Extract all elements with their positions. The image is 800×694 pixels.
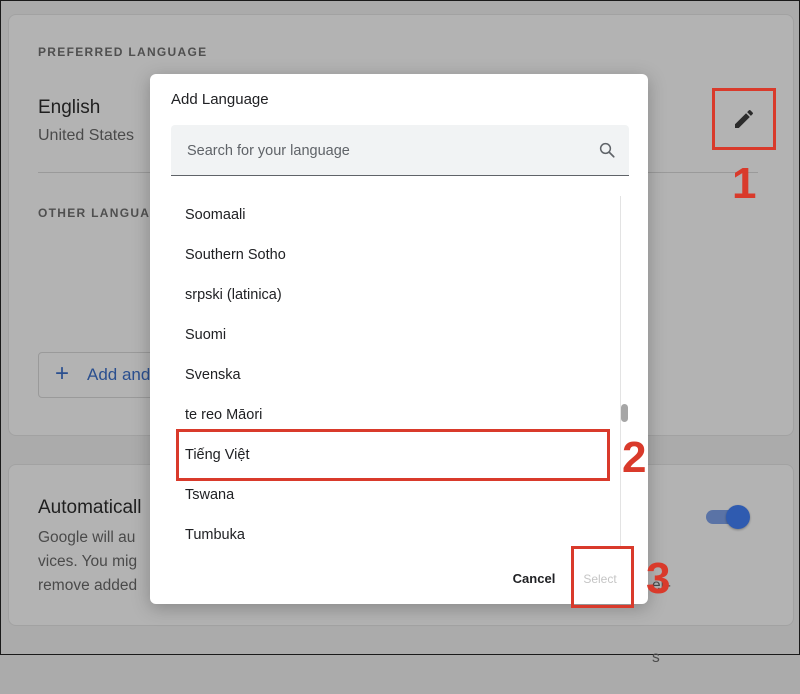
toggle-knob — [726, 505, 750, 529]
language-option-label: Tswana — [185, 487, 235, 503]
language-option[interactable]: Svenska — [171, 356, 611, 396]
language-option[interactable]: Tumbuka — [171, 516, 611, 556]
annotation-box-language — [176, 429, 610, 481]
cancel-button[interactable]: Cancel — [508, 568, 560, 590]
language-option-label: Tumbuka — [185, 527, 245, 543]
auto-add-description-line: s — [652, 649, 660, 666]
language-option-label: te reo Māori — [185, 407, 263, 423]
language-option-label: Svenska — [185, 367, 241, 383]
add-language-dialog: Add Language Soomaali Southern Sotho srp… — [150, 74, 648, 604]
language-option-label: Southern Sotho — [185, 247, 286, 263]
annotation-step-3: 3 — [646, 554, 671, 603]
language-option[interactable]: Suomi — [171, 316, 611, 356]
search-box — [171, 125, 629, 176]
preferred-language-heading: PREFERRED LANGUAGE — [38, 45, 208, 59]
preferred-language-region: United States — [38, 127, 135, 144]
language-option-label: Soomaali — [185, 207, 246, 223]
annotation-box-edit — [712, 88, 776, 150]
annotation-step-2: 2 — [622, 433, 647, 482]
preferred-language-name: English — [38, 97, 101, 118]
language-option[interactable]: Southern Sotho — [171, 236, 611, 276]
annotation-step-1: 1 — [732, 159, 757, 208]
search-input[interactable] — [185, 137, 589, 165]
search-icon[interactable] — [598, 141, 616, 159]
language-option[interactable]: Tswana — [171, 476, 611, 516]
auto-add-title: Automaticall — [38, 497, 142, 518]
auto-add-description-right: er- s — [652, 526, 671, 694]
dialog-title: Add Language — [171, 91, 269, 108]
language-option[interactable]: srpski (latinica) — [171, 276, 611, 316]
add-language-label: Add and — [87, 365, 151, 384]
language-option-label: srpski (latinica) — [185, 287, 282, 303]
other-languages-heading: OTHER LANGUA — [38, 206, 151, 220]
scrollbar-track[interactable] — [620, 196, 631, 548]
annotation-box-select — [571, 546, 634, 608]
scrollbar-thumb[interactable] — [621, 404, 628, 422]
language-option[interactable]: Soomaali — [171, 196, 611, 236]
language-option-label: Suomi — [185, 327, 227, 343]
plus-icon: + — [55, 360, 70, 387]
auto-add-toggle[interactable] — [706, 505, 750, 529]
language-list: Soomaali Southern Sotho srpski (latinica… — [171, 196, 621, 556]
